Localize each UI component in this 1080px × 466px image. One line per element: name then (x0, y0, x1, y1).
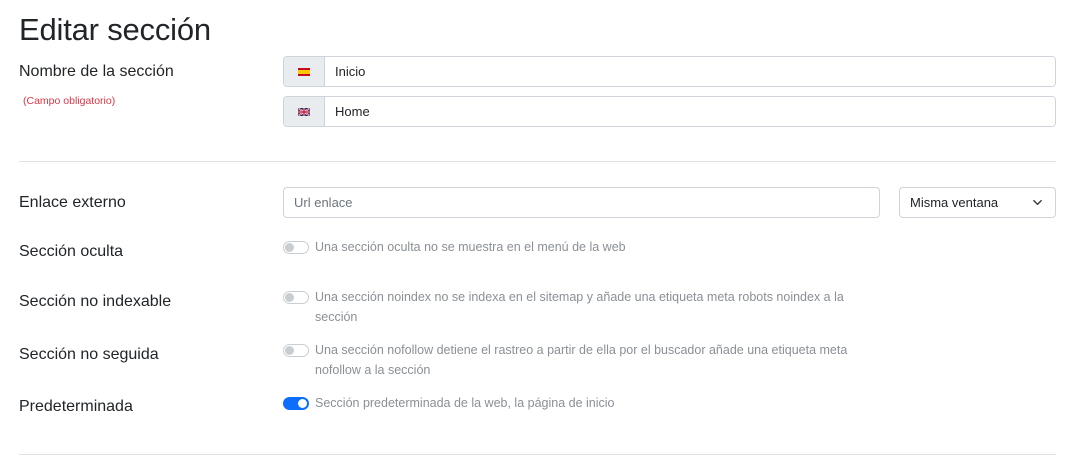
nofollow-description-line1: Una sección nofollow detiene el rastreo … (315, 343, 848, 357)
url-input[interactable]: Url enlace (283, 187, 880, 218)
page-title: Editar sección (19, 12, 211, 47)
divider-bottom (19, 454, 1056, 455)
nofollow-section-toggle[interactable] (283, 344, 309, 357)
default-section-label: Predeterminada (19, 398, 133, 415)
nofollow-description-line2: nofollow a la sección (315, 363, 431, 377)
external-link-label: Enlace externo (19, 194, 126, 211)
hidden-section-switch-row: Una sección oculta no se muestra en el m… (283, 240, 626, 257)
required-field-note: (Campo obligatorio) (23, 95, 116, 107)
noindex-description-line2: sección (315, 310, 358, 324)
hidden-section-toggle[interactable] (283, 241, 309, 254)
lang-addon-es (284, 57, 325, 86)
noindex-section-label: Sección no indexable (19, 293, 172, 310)
section-name-es-group: Inicio (283, 56, 1056, 87)
spain-flag-icon (298, 67, 310, 76)
chevron-down-icon (1033, 199, 1042, 206)
default-section-switch-row: Sección predeterminada de la web, la pág… (283, 396, 615, 413)
hidden-section-description: Una sección oculta no se muestra en el m… (315, 240, 626, 254)
noindex-section-switch-row: Una sección noindex no se indexa en el s… (283, 290, 844, 327)
section-name-label: Nombre de la sección (19, 63, 174, 80)
noindex-section-description: Una sección noindex no se indexa en el s… (315, 287, 844, 327)
hidden-section-label: Sección oculta (19, 243, 124, 260)
divider-top (19, 161, 1056, 162)
noindex-description-line1: Una sección noindex no se indexa en el s… (315, 290, 844, 304)
noindex-section-toggle[interactable] (283, 291, 309, 304)
section-name-en-input[interactable]: Home (325, 97, 1055, 126)
section-name-en-group: Home (283, 96, 1056, 127)
nofollow-section-label: Sección no seguida (19, 346, 159, 363)
nofollow-section-switch-row: Una sección nofollow detiene el rastreo … (283, 343, 847, 380)
toggle-knob (285, 243, 294, 252)
toggle-knob (298, 399, 307, 408)
link-target-select[interactable]: Misma ventana (899, 187, 1056, 218)
default-section-description: Sección predeterminada de la web, la pág… (315, 396, 615, 410)
nofollow-section-description: Una sección nofollow detiene el rastreo … (315, 340, 847, 380)
toggle-knob (285, 293, 294, 302)
toggle-knob (285, 346, 294, 355)
lang-addon-en (284, 97, 325, 126)
default-section-toggle[interactable] (283, 397, 309, 410)
link-target-selected: Misma ventana (910, 195, 999, 210)
section-name-es-input[interactable]: Inicio (325, 57, 1055, 86)
uk-flag-icon (298, 107, 310, 116)
